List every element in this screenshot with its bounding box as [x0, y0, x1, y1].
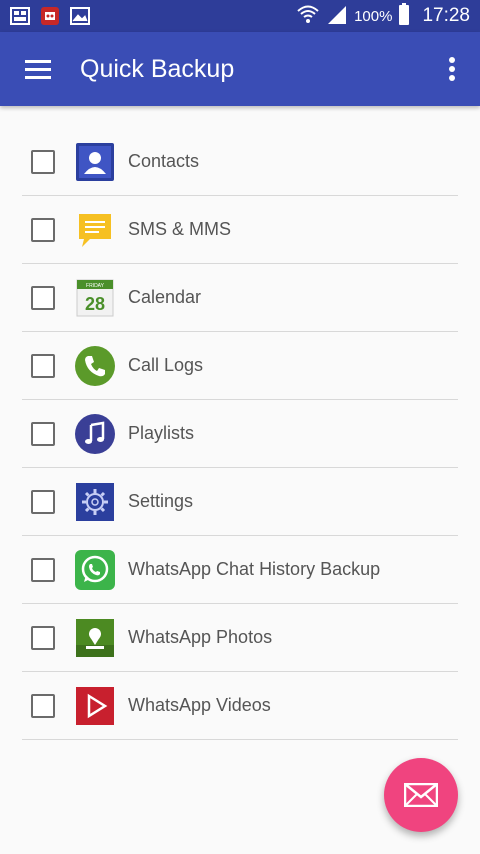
list-item-whatsapp-videos[interactable]: WhatsApp Videos	[22, 672, 458, 740]
playlists-checkbox[interactable]	[31, 421, 55, 446]
whatsapp-icon	[75, 549, 115, 590]
calendar-date-text: 28	[85, 294, 105, 314]
envelope-icon	[404, 783, 438, 807]
list-item-whatsapp-chat[interactable]: WhatsApp Chat History Backup	[22, 536, 458, 604]
gear-icon	[75, 482, 115, 522]
whatsapp-videos-checkbox[interactable]	[31, 693, 55, 718]
notification-area	[10, 6, 90, 26]
wifi-icon	[296, 4, 320, 29]
settings-label: Settings	[128, 491, 194, 511]
calendar-icon: FRIDAY 28	[75, 278, 115, 318]
list-item-contacts[interactable]: Contacts	[22, 128, 458, 196]
battery-icon	[398, 2, 410, 30]
sms-label: SMS & MMS	[128, 219, 232, 239]
list-item-settings[interactable]: Settings	[22, 468, 458, 536]
phone-icon	[75, 345, 115, 386]
call-logs-label: Call Logs	[128, 355, 204, 375]
settings-checkbox[interactable]	[31, 489, 55, 514]
page-title: Quick Backup	[80, 54, 235, 83]
whatsapp-photos-label: WhatsApp Photos	[128, 627, 273, 647]
music-note-icon	[75, 413, 115, 454]
backup-item-list: Contacts SMS & MMS FRIDAY 28 Calendar Ca…	[22, 128, 458, 740]
navigation-menu-button[interactable]	[0, 32, 76, 106]
call-logs-checkbox[interactable]	[31, 353, 55, 378]
list-item-playlists[interactable]: Playlists	[22, 400, 458, 468]
send-email-fab[interactable]	[384, 758, 458, 832]
whatsapp-photos-checkbox[interactable]	[31, 625, 55, 650]
playlists-label: Playlists	[128, 423, 195, 443]
sms-icon	[75, 210, 115, 250]
app-notification-icon	[40, 6, 60, 26]
signal-icon	[326, 4, 348, 29]
calendar-label: Calendar	[128, 287, 202, 307]
hamburger-menu-icon	[25, 60, 51, 79]
app-bar: Quick Backup	[0, 32, 480, 106]
battery-percent: 100%	[354, 7, 393, 25]
list-item-call-logs[interactable]: Call Logs	[22, 332, 458, 400]
contacts-label: Contacts	[128, 151, 200, 171]
status-bar: 100% 17:28	[0, 0, 480, 32]
whatsapp-videos-label: WhatsApp Videos	[128, 695, 271, 715]
image-icon	[70, 6, 90, 26]
list-item-sms[interactable]: SMS & MMS	[22, 196, 458, 264]
whatsapp-chat-label: WhatsApp Chat History Backup	[128, 559, 381, 579]
list-item-calendar[interactable]: FRIDAY 28 Calendar	[22, 264, 458, 332]
overflow-menu-button[interactable]	[424, 32, 480, 106]
calendar-checkbox[interactable]	[31, 285, 55, 310]
more-vert-icon	[449, 57, 455, 81]
sms-checkbox[interactable]	[31, 217, 55, 242]
gallery-icon	[10, 6, 30, 26]
list-item-whatsapp-photos[interactable]: WhatsApp Photos	[22, 604, 458, 672]
photo-download-icon	[75, 618, 115, 658]
calendar-day-text: FRIDAY	[86, 283, 105, 289]
clock: 17:28	[422, 5, 470, 26]
video-play-icon	[75, 686, 115, 726]
contacts-checkbox[interactable]	[31, 149, 55, 174]
whatsapp-chat-checkbox[interactable]	[31, 557, 55, 582]
contacts-icon	[75, 142, 115, 182]
